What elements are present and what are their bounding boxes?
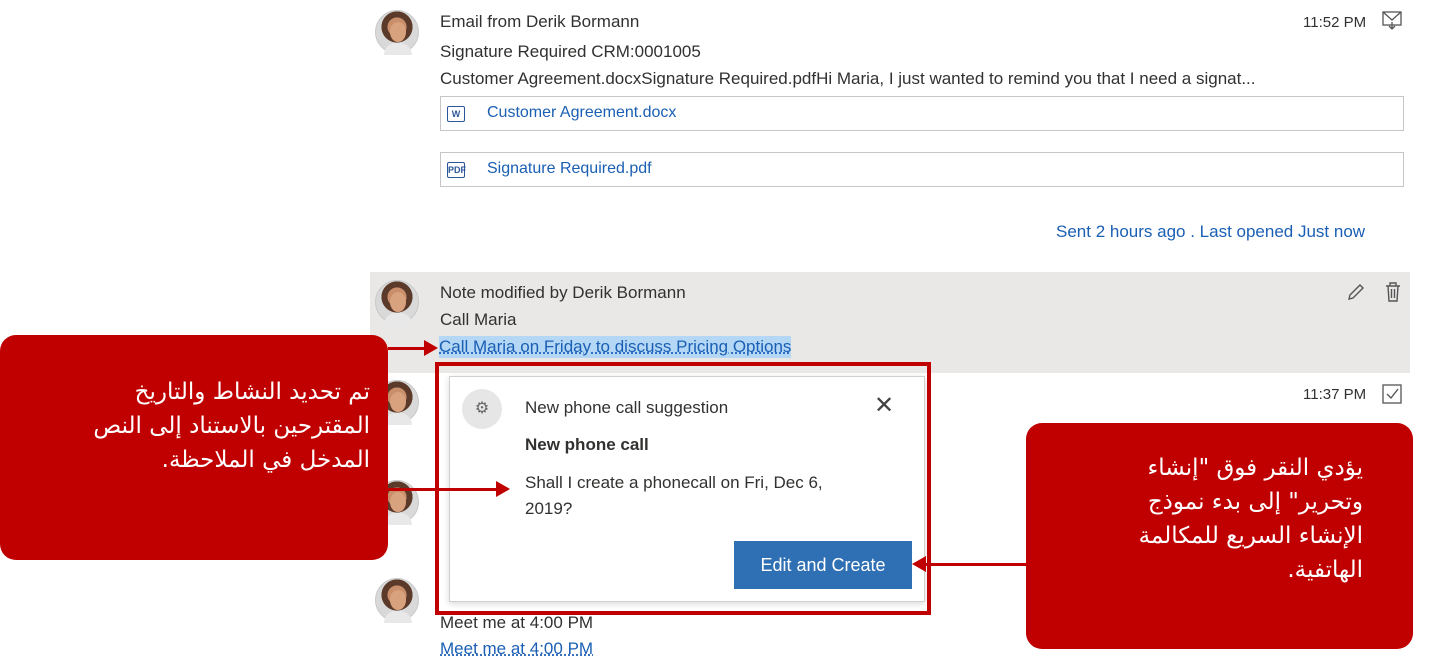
- attachment-name[interactable]: Customer Agreement.docx: [487, 104, 676, 122]
- phone-call-suggestion-card: ⚙ New phone call suggestion ✕ New phone …: [449, 376, 925, 602]
- suggestion-message-line1: Shall I create a phonecall on Fri, Dec 6…: [525, 473, 823, 492]
- avatar: [375, 10, 419, 55]
- callout-line: تم تحديد النشاط والتاريخ: [134, 379, 370, 405]
- suggestion-header: New phone call suggestion: [525, 398, 729, 417]
- email-reply-icon[interactable]: [1381, 10, 1403, 36]
- pdf-icon: PDF: [447, 162, 466, 178]
- callout-line: وتحرير" إلى بدء نموذج: [1147, 489, 1363, 515]
- activity-description[interactable]: Meet me at 4:00 PM: [440, 638, 593, 660]
- bot-icon: ⚙: [462, 389, 502, 429]
- callout-line: الهاتفية.: [1287, 557, 1363, 583]
- delete-trash-icon[interactable]: [1383, 281, 1403, 309]
- avatar: [375, 578, 419, 623]
- email-time: 11:52 PM: [1303, 14, 1367, 31]
- email-title: Email from Derik Bormann: [440, 12, 640, 31]
- callout-line: المقترحين بالاستناد إلى النص: [93, 413, 370, 439]
- edit-and-create-button[interactable]: Edit and Create: [734, 541, 912, 589]
- annotation-arrowhead: [496, 481, 510, 497]
- note-subject: Call Maria: [440, 310, 517, 329]
- edit-pencil-icon[interactable]: [1345, 281, 1367, 309]
- annotation-arrow: [388, 347, 426, 350]
- activity-subject: Meet me at 4:00 PM: [440, 613, 594, 632]
- suggestion-title: New phone call: [525, 435, 649, 454]
- task-checkbox-icon[interactable]: [1381, 383, 1403, 411]
- annotation-arrowhead: [912, 556, 926, 572]
- email-subject: Signature Required CRM:0001005: [440, 42, 701, 61]
- email-status: Sent 2 hours ago . Last opened Just now: [1056, 222, 1366, 241]
- annotation-callout-right: يؤدي النقر فوق "إنشاء وتحرير" إلى بدء نم…: [1026, 423, 1413, 649]
- avatar: [375, 280, 419, 325]
- callout-line: يؤدي النقر فوق "إنشاء: [1147, 455, 1363, 481]
- attachment-name[interactable]: Signature Required.pdf: [487, 160, 652, 178]
- task-time: 11:37 PM: [1303, 386, 1367, 403]
- note-title: Note modified by Derik Bormann: [440, 283, 686, 302]
- close-icon[interactable]: ✕: [874, 393, 894, 419]
- word-doc-icon: W: [447, 106, 465, 122]
- annotation-arrow: [926, 563, 1026, 566]
- annotation-arrow: [388, 488, 498, 491]
- callout-line: الإنشاء السريع للمكالمة: [1138, 523, 1363, 549]
- callout-line: المدخل في الملاحظة.: [161, 447, 370, 473]
- note-body-selected-text[interactable]: Call Maria on Friday to discuss Pricing …: [439, 336, 792, 358]
- suggestion-message-line2: 2019?: [525, 499, 573, 518]
- annotation-arrowhead: [424, 340, 438, 356]
- attachment-pdf[interactable]: PDF Signature Required.pdf: [440, 152, 1404, 187]
- attachment-docx[interactable]: W Customer Agreement.docx: [440, 96, 1404, 131]
- annotation-callout-left: تم تحديد النشاط والتاريخ المقترحين بالاس…: [0, 335, 388, 560]
- email-preview: Customer Agreement.docxSignature Require…: [440, 69, 1256, 88]
